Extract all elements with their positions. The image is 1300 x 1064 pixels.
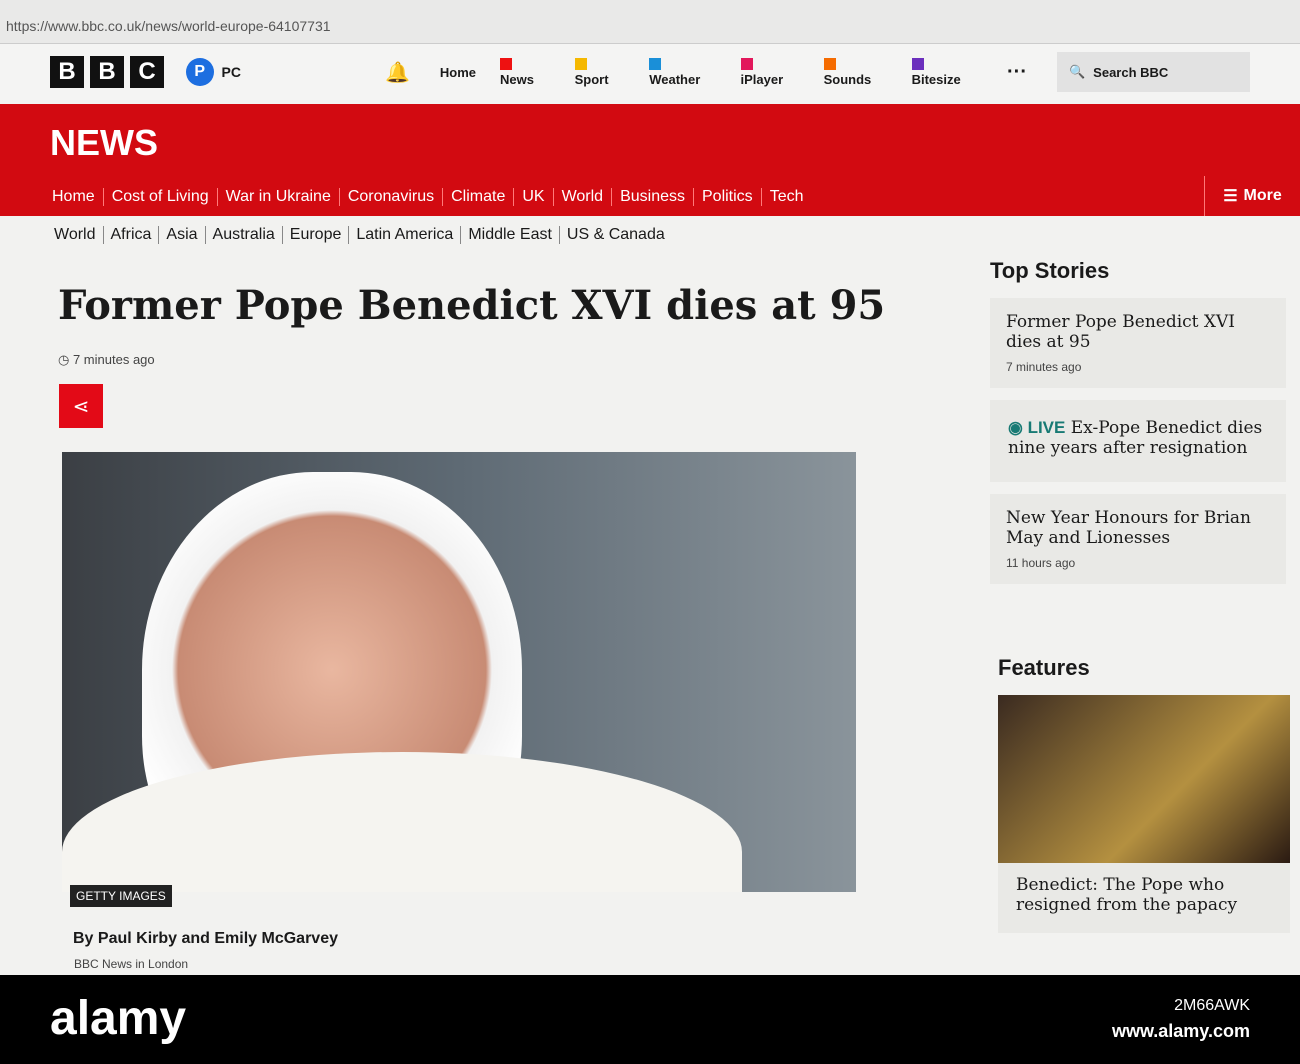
subnav-item[interactable]: Asia bbox=[159, 226, 206, 244]
watermark-logo: alamy bbox=[50, 992, 187, 1045]
news-nav-item[interactable]: Politics bbox=[694, 188, 762, 206]
share-icon: ⋖ bbox=[72, 395, 90, 418]
news-nav: Home Cost of Living War in Ukraine Coron… bbox=[52, 188, 811, 206]
watermark-bar: alamy 2M66AWK www.alamy.com bbox=[0, 975, 1300, 1064]
logo-letter: C bbox=[130, 56, 164, 88]
news-icon bbox=[500, 58, 512, 70]
account-name[interactable]: PC bbox=[222, 64, 241, 80]
subnav-active-label: Europe bbox=[289, 226, 342, 243]
hamburger-icon: ☰ bbox=[1223, 188, 1238, 205]
story-time: 7 minutes ago bbox=[1006, 360, 1082, 374]
story-title: New Year Honours for Brian May and Lione… bbox=[1006, 508, 1252, 548]
bitesize-icon bbox=[911, 58, 924, 70]
image-id: 2M66AWK bbox=[1174, 997, 1250, 1014]
sport-icon bbox=[574, 58, 587, 70]
sounds-icon bbox=[823, 58, 836, 70]
news-nav-item[interactable]: Climate bbox=[443, 188, 515, 206]
feature-image[interactable] bbox=[998, 695, 1290, 863]
story-card[interactable]: Former Pope Benedict XVI dies at 95 7 min… bbox=[990, 298, 1286, 388]
news-nav-item[interactable]: Tech bbox=[762, 188, 812, 206]
address-bar[interactable]: https://www.bbc.co.uk/news/world-europe-… bbox=[0, 0, 1300, 44]
story-card[interactable]: New Year Honours for Brian May and Lione… bbox=[990, 494, 1286, 584]
more-label: More bbox=[1243, 187, 1282, 204]
timestamp-text: 7 minutes ago bbox=[72, 352, 155, 367]
news-nav-item[interactable]: UK bbox=[514, 188, 554, 206]
search-placeholder: Search BBC bbox=[1093, 64, 1169, 80]
bell-icon[interactable]: 🔔 bbox=[385, 60, 410, 85]
story-card[interactable]: ◉ LIVE Ex-Pope Benedict dies nine years … bbox=[990, 400, 1286, 482]
subnav-item[interactable]: Africa bbox=[104, 226, 160, 244]
news-nav-item[interactable]: Home bbox=[52, 188, 104, 206]
search-icon: 🔍 bbox=[1068, 64, 1086, 79]
nav-home[interactable]: Home bbox=[440, 65, 476, 80]
logo-letter: B bbox=[50, 56, 84, 88]
image-credit: GETTY IMAGES bbox=[70, 885, 172, 907]
features: Features Benedict: The Pope who resigned… bbox=[998, 655, 1290, 933]
top-stories-heading: Top Stories bbox=[990, 258, 1110, 283]
iplayer-icon bbox=[740, 58, 753, 70]
subnav-item[interactable]: World bbox=[54, 226, 104, 244]
weather-icon bbox=[649, 58, 662, 70]
nav-news[interactable]: News bbox=[500, 57, 551, 87]
bbc-logo[interactable]: BBC bbox=[50, 56, 164, 88]
article-image bbox=[62, 452, 856, 892]
news-logo[interactable]: NEWS bbox=[50, 122, 158, 164]
search-input[interactable]: 🔍 Search BBC bbox=[1056, 52, 1250, 92]
news-nav-item[interactable]: Business bbox=[612, 188, 694, 206]
clock-icon: ◷ bbox=[58, 352, 70, 367]
story-time: 11 hours ago bbox=[1006, 556, 1076, 570]
news-nav-item[interactable]: War in Ukraine bbox=[218, 188, 340, 206]
sub-nav: World Africa Asia Australia Europe Latin… bbox=[0, 216, 1300, 254]
nav-weather[interactable]: Weather bbox=[649, 57, 716, 87]
nav-iplayer[interactable]: iPlayer bbox=[740, 57, 800, 87]
features-heading: Features bbox=[998, 655, 1090, 680]
story-title: Former Pope Benedict XVI dies at 95 bbox=[1006, 312, 1236, 352]
article-title: Former Pope Benedict XVI dies at 95 bbox=[58, 282, 886, 329]
news-banner: NEWS Home Cost of Living War in Ukraine … bbox=[0, 104, 1300, 216]
subnav-item[interactable]: Latin America bbox=[349, 226, 462, 244]
logo-letter: B bbox=[90, 56, 124, 88]
nav-sounds[interactable]: Sounds bbox=[823, 57, 888, 87]
news-nav-item[interactable]: World bbox=[554, 188, 613, 206]
top-stories: Top Stories Former Pope Benedict XVI die… bbox=[990, 258, 1286, 596]
subnav-item[interactable]: US & Canada bbox=[560, 226, 672, 244]
subnav-item[interactable]: Middle East bbox=[461, 226, 560, 244]
watermark-url: www.alamy.com bbox=[1111, 1021, 1250, 1041]
news-nav-item[interactable]: Cost of Living bbox=[104, 188, 218, 206]
news-nav-item[interactable]: Coronavirus bbox=[340, 188, 444, 206]
byline-location: BBC News in London bbox=[74, 957, 189, 971]
live-badge: LIVE bbox=[1027, 418, 1066, 437]
article-timestamp: ◷ 7 minutes ago bbox=[58, 352, 155, 368]
account-avatar[interactable]: P bbox=[186, 58, 214, 86]
bbc-top-bar: BBC P PC 🔔 Home News Sport Weather iPlay… bbox=[0, 44, 1300, 100]
more-button[interactable]: ☰ More bbox=[1204, 176, 1300, 216]
subnav-item[interactable]: Australia bbox=[206, 226, 283, 244]
bbc-nav: Home News Sport Weather iPlayer Sounds B… bbox=[440, 57, 977, 87]
nav-bitesize[interactable]: Bitesize bbox=[911, 57, 977, 87]
byline: By Paul Kirby and Emily McGarvey bbox=[73, 930, 338, 947]
share-button[interactable]: ⋖ bbox=[59, 384, 103, 428]
subnav-item-active[interactable]: Europe bbox=[283, 226, 350, 244]
more-menu-button[interactable]: ··· bbox=[1007, 61, 1027, 84]
live-icon: ◉ bbox=[1008, 418, 1028, 437]
nav-sport[interactable]: Sport bbox=[574, 57, 626, 87]
feature-title[interactable]: Benedict: The Pope who resigned from the… bbox=[998, 863, 1290, 933]
